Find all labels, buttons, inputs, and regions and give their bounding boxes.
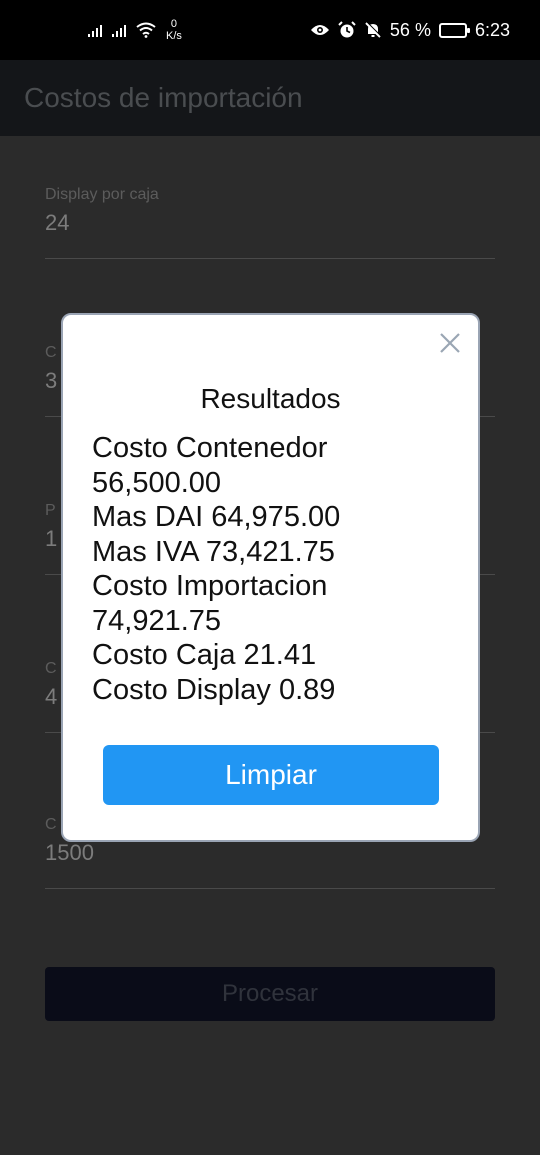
results-dialog: Resultados Costo Contenedor 56,500.00 Ma… xyxy=(61,313,480,842)
limpiar-button[interactable]: Limpiar xyxy=(103,745,439,805)
result-line: Costo Caja 21.41 xyxy=(92,639,317,671)
alarm-icon xyxy=(338,21,356,38)
result-line: Mas IVA 73,421.75 xyxy=(92,535,335,568)
result-line: 74,921.75 xyxy=(92,604,222,637)
eye-icon xyxy=(310,25,329,35)
result-line: 56,500.00 xyxy=(92,466,222,499)
result-line: Costo Display 0.89 xyxy=(92,673,336,706)
battery-percent: 56 % xyxy=(389,19,431,40)
display-por-caja-field[interactable]: Display por caja 24 xyxy=(45,186,495,259)
status-left: 0 K/s xyxy=(88,18,182,42)
mute-bell-icon xyxy=(365,21,382,38)
dialog-title: Resultados xyxy=(200,383,341,414)
procesar-button[interactable]: Procesar xyxy=(45,967,495,1021)
signal-icon xyxy=(112,23,126,37)
page-title: Costos de importación xyxy=(24,82,303,113)
app-bar: Costos de importación xyxy=(0,60,540,136)
signal-icon xyxy=(88,23,102,37)
result-line: Costo Importacion xyxy=(92,570,328,602)
results-text: Costo Contenedor 56,500.00 Mas DAI 64,97… xyxy=(92,431,442,707)
network-speed-value: 0 xyxy=(170,18,178,30)
result-line: Mas DAI 64,975.00 xyxy=(92,501,341,533)
result-line: Costo Contenedor xyxy=(92,432,328,464)
field-label: Display por caja xyxy=(45,186,159,203)
status-bar: 0 K/s 56 % 6:23 xyxy=(0,0,540,60)
clock: 6:23 xyxy=(474,19,510,40)
network-speed-unit: K/s xyxy=(166,30,182,42)
field-value: 1500 xyxy=(45,840,94,865)
network-speed: 0 K/s xyxy=(166,18,182,42)
status-right: 56 % 6:23 xyxy=(310,20,510,41)
field-value: 24 xyxy=(45,210,70,235)
wifi-icon xyxy=(136,22,156,38)
close-icon[interactable] xyxy=(438,331,462,355)
battery-icon xyxy=(438,22,470,38)
